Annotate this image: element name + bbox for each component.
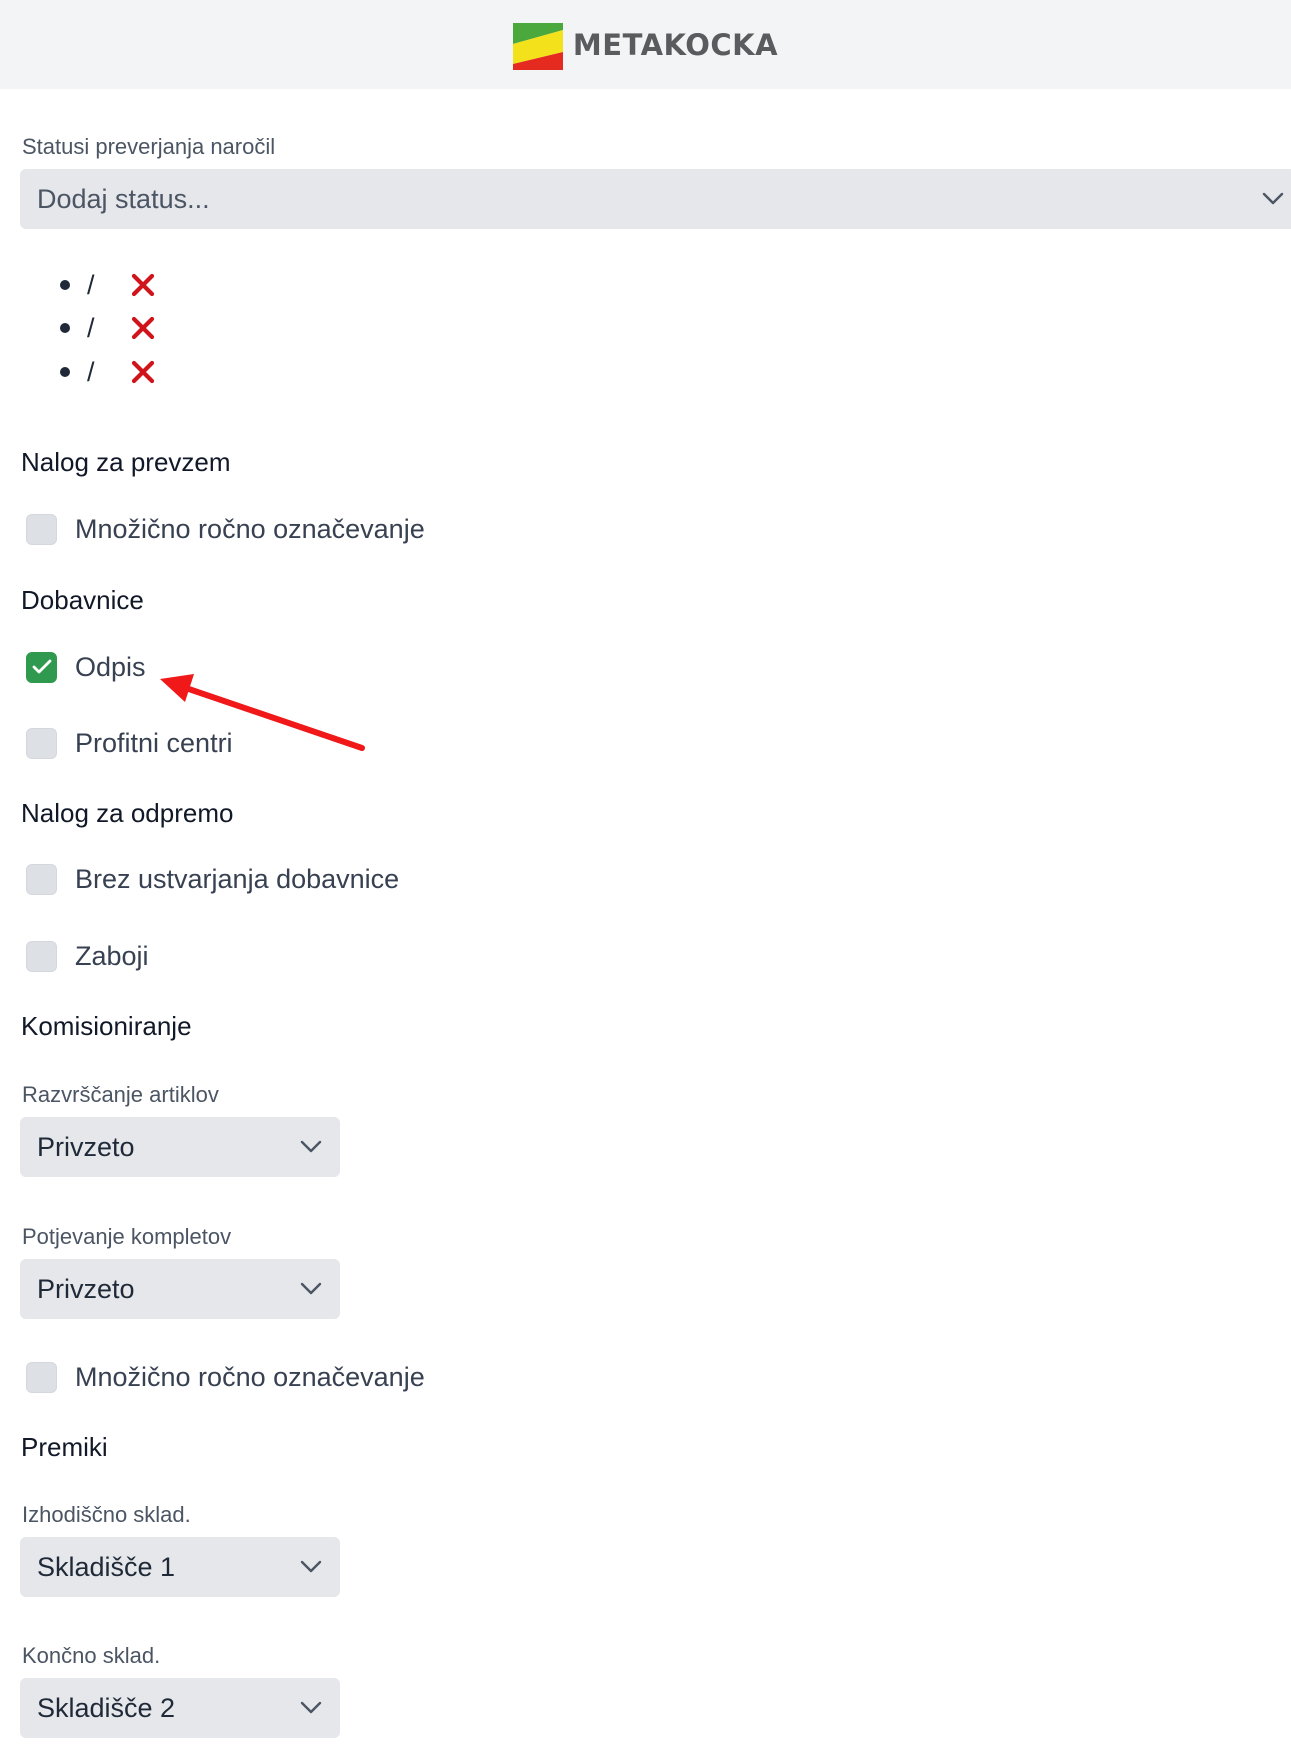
chevron-down-icon: [1262, 192, 1284, 205]
moves-heading: Premiki: [21, 1432, 108, 1462]
app-header: METAKOCKA: [0, 0, 1291, 89]
bullet: [60, 280, 70, 290]
target-warehouse-label: Končno sklad.: [22, 1643, 161, 1668]
pickup-order-heading: Nalog za prevzem: [21, 447, 231, 477]
checkmark-icon: [32, 659, 52, 674]
checkbox-label: Odpis: [75, 652, 146, 682]
writeoff-checkbox[interactable]: Odpis: [26, 652, 146, 683]
source-warehouse-label: Izhodiščno sklad.: [22, 1502, 191, 1527]
target-warehouse-select[interactable]: Skladišče 2: [20, 1678, 340, 1738]
source-warehouse-select[interactable]: Skladišče 1: [20, 1537, 340, 1597]
checkbox-checked[interactable]: [26, 652, 57, 683]
checkbox-label: Množično ročno označevanje: [75, 514, 425, 544]
checkbox[interactable]: [26, 1362, 57, 1393]
status-value: /: [87, 356, 95, 387]
sort-items-select[interactable]: Privzeto: [20, 1117, 340, 1177]
checkbox-label: Brez ustvarjanja dobavnice: [75, 864, 400, 894]
picking-bulk-manual-checkbox[interactable]: Množično ročno označevanje: [26, 1362, 425, 1393]
chevron-down-icon: [300, 1140, 322, 1153]
checkbox-label: Zaboji: [75, 941, 149, 971]
sort-items-label: Razvrščanje artiklov: [22, 1082, 219, 1107]
status-list-item: /: [60, 265, 156, 305]
confirm-sets-value: Privzeto: [37, 1273, 135, 1304]
order-status-label: Statusi preverjanja naročil: [22, 134, 276, 159]
status-list-item: /: [60, 352, 156, 392]
x-icon[interactable]: [130, 272, 156, 298]
crates-checkbox[interactable]: Zaboji: [26, 941, 149, 972]
confirm-sets-label: Potjevanje kompletov: [22, 1224, 232, 1249]
brand-name: METAKOCKA: [572, 27, 779, 62]
target-warehouse-value: Skladišče 2: [37, 1692, 176, 1723]
status-list-item: /: [60, 308, 156, 348]
checkbox[interactable]: [26, 941, 57, 972]
settings-form: Statusi preverjanja naročil Dodaj status…: [0, 0, 1291, 1746]
checkbox[interactable]: [26, 864, 57, 895]
status-value: /: [87, 269, 95, 300]
source-warehouse-value: Skladišče 1: [37, 1551, 176, 1582]
bullet: [60, 323, 70, 333]
metakocka-logo-icon: [512, 22, 563, 70]
checkbox[interactable]: [26, 514, 57, 545]
add-status-select[interactable]: Dodaj status...: [20, 169, 1291, 229]
chevron-down-icon: [300, 1560, 322, 1573]
annotation-arrow: [160, 674, 365, 751]
chevron-down-icon: [300, 1701, 322, 1714]
bullet: [60, 367, 70, 377]
shipping-order-heading: Nalog za odpremo: [21, 798, 234, 828]
add-status-placeholder: Dodaj status...: [37, 183, 210, 214]
checkbox-label: Množično ročno označevanje: [75, 1362, 425, 1392]
brand[interactable]: METAKOCKA: [512, 20, 779, 70]
x-icon[interactable]: [130, 359, 156, 385]
picking-heading: Komisioniranje: [21, 1011, 192, 1041]
no-delivery-note-checkbox[interactable]: Brez ustvarjanja dobavnice: [26, 864, 399, 895]
delivery-notes-heading: Dobavnice: [21, 585, 144, 615]
x-icon[interactable]: [130, 315, 156, 341]
status-value: /: [87, 312, 95, 343]
confirm-sets-select[interactable]: Privzeto: [20, 1259, 340, 1319]
pickup-bulk-manual-checkbox[interactable]: Množično ročno označevanje: [26, 514, 425, 545]
sort-items-value: Privzeto: [37, 1131, 135, 1162]
checkbox[interactable]: [26, 728, 57, 759]
chevron-down-icon: [300, 1282, 322, 1295]
